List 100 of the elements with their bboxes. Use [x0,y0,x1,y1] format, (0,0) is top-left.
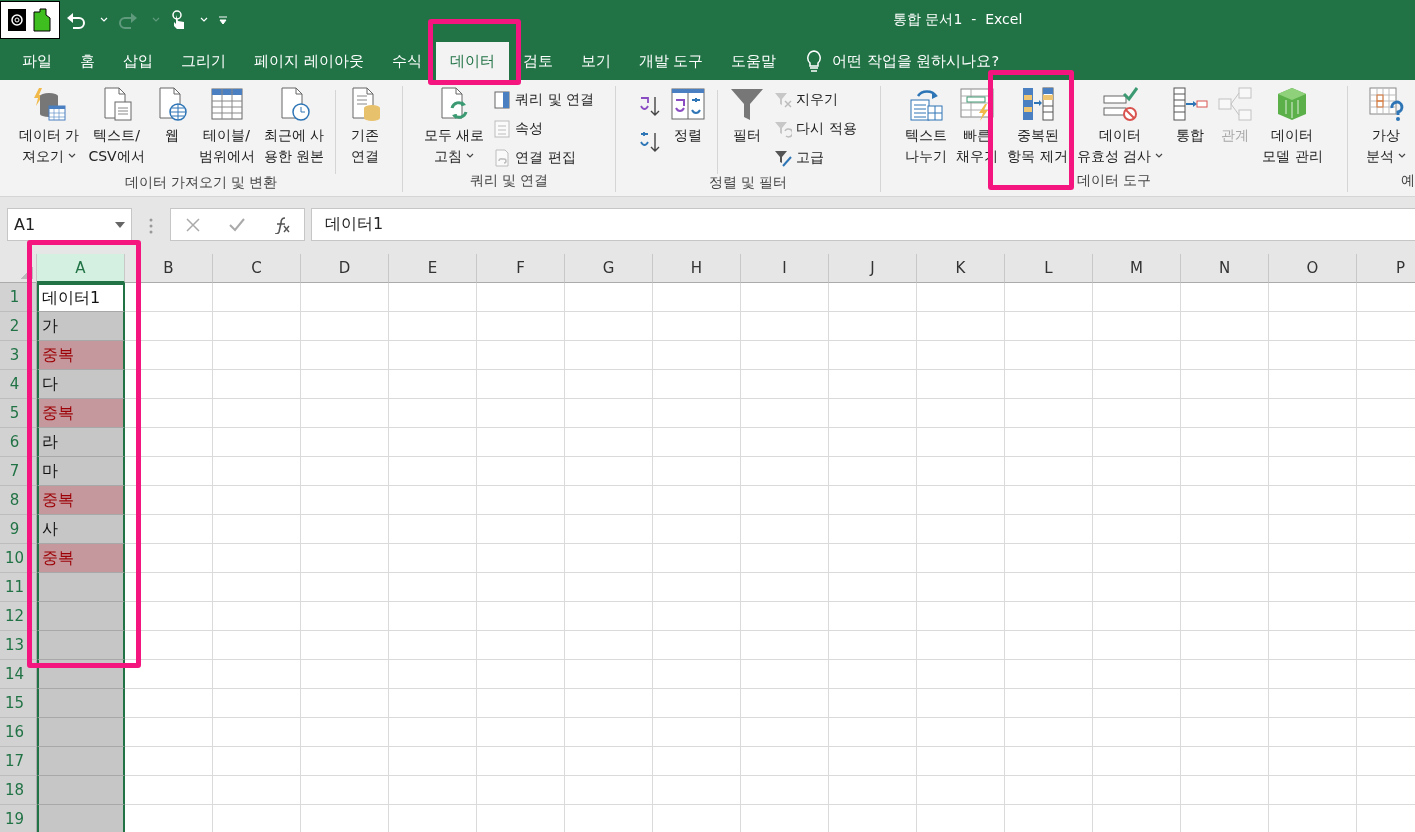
sort-descending-icon [639,130,662,154]
relationships-icon [1217,86,1254,122]
table-icon [208,86,245,122]
ribbon-button[interactable]: 정렬 [666,86,711,146]
ribbon-tab[interactable]: 보기 [566,42,625,80]
advanced-filter-icon [774,149,793,167]
filter-icon [729,86,766,122]
ribbon-button[interactable]: 필터 [725,86,770,146]
app-icon [33,8,51,32]
group-label: 데이터 가져오기 및 변환 [123,174,279,192]
ribbon-button[interactable]: 모두 새로 고침 [419,86,489,167]
tell-me-field[interactable]: 어떤 작업을 원하시나요? [832,51,1000,71]
column-header[interactable]: J [829,254,917,283]
redo-icon [118,11,138,29]
row-header[interactable]: 14 [0,660,37,689]
table-cell: 라 [37,428,125,457]
ribbon-tab[interactable]: 개발 도구 [624,42,718,80]
ribbon-tab[interactable]: 홈 [66,42,109,80]
ribbon-button[interactable]: 데이터 가 져오기 [14,86,84,167]
table-cell: 사 [37,515,125,544]
window-title: 통합 문서1 - Excel [893,11,1023,29]
ribbon-tab[interactable]: 파일 [8,42,66,80]
ribbon-button[interactable]: 쿼리 및 연결 [493,86,595,114]
column-header[interactable]: D [301,254,389,283]
list-icon [493,120,512,138]
function-icon [272,215,291,234]
row-header[interactable]: 18 [0,776,37,805]
touch-icon [170,10,186,30]
ribbon-button[interactable]: 중복된 항목 제거 [1003,86,1072,167]
ribbon-button[interactable]: 텍스트/ CSV에서 [84,86,149,167]
column-header[interactable]: N [1181,254,1269,283]
lightbulb-icon [806,50,823,72]
ribbon-button[interactable]: 기존 연결 [343,86,388,167]
ribbon-tab[interactable]: 삽입 [109,42,167,80]
grip-icon [149,217,153,234]
cancel-icon [184,216,201,233]
ribbon-button[interactable]: 데이터 모델 관리 [1258,86,1327,167]
what-if-icon [1368,86,1404,122]
query-pane-icon [493,91,512,109]
column-header[interactable]: B [125,254,213,283]
ribbon-button[interactable]: 통합 [1168,86,1213,146]
formula-input[interactable]: 데이터1 [311,208,1415,241]
ribbon-tab[interactable]: 수식 [377,42,436,80]
caret-icon [200,17,208,23]
ribbon-button[interactable]: 텍스트 나누기 [901,86,952,167]
ribbon-button[interactable]: 테이블/ 범위에서 [194,86,259,167]
sort-ascending-icon [639,94,662,118]
caret-icon [100,17,108,23]
ribbon-tab[interactable]: 페이지 레이아웃 [240,42,378,80]
data-validation-icon [1102,86,1138,122]
group-label: 예 [1400,172,1415,190]
database-icon [31,86,68,122]
table-cell: 중복 [37,544,125,573]
group-label: 정렬 및 필터 [707,174,789,192]
column-header[interactable]: P [1357,254,1415,283]
column-header[interactable]: M [1093,254,1181,283]
column-header[interactable]: K [917,254,1005,283]
table-cell: 가 [37,312,125,341]
ribbon-button[interactable]: 웹 [149,86,194,146]
group-label: 쿼리 및 연결 [468,172,550,190]
group-label: 데이터 도구 [1075,172,1153,190]
table-cell: 데이터1 [37,283,125,312]
ribbon-tab[interactable]: 검토 [508,42,567,80]
caret-icon [1398,152,1406,159]
link-document-icon [493,149,512,167]
ribbon-tab[interactable]: 그리기 [167,42,240,80]
column-header[interactable]: L [1005,254,1093,283]
column-header[interactable]: E [389,254,477,283]
ribbon-button[interactable]: 고급 [774,144,857,172]
column-header[interactable]: A [37,254,125,283]
column-header[interactable]: H [653,254,741,283]
column-header[interactable]: O [1269,254,1357,283]
caret-icon [68,152,77,159]
consolidate-icon [1172,86,1209,122]
column-header[interactable]: I [741,254,829,283]
column-header[interactable]: G [565,254,653,283]
row-header[interactable]: 17 [0,747,37,776]
check-icon [227,216,246,233]
table-cell: 중복 [37,341,125,370]
sort-icon [670,86,707,122]
ribbon-button[interactable]: 데이터 유효성 검사 [1072,86,1168,167]
table-cell: 중복 [37,486,125,515]
row-header[interactable]: 15 [0,689,37,718]
ribbon-button[interactable]: 가상 분석 [1362,86,1410,167]
table-cell: 중복 [37,399,125,428]
column-header[interactable]: F [477,254,565,283]
undo-icon [66,11,86,29]
ribbon-tab[interactable]: 데이터 [435,42,509,80]
ribbon-tab[interactable]: 도움말 [717,42,791,80]
table-cell: 마 [37,457,125,486]
caret-icon [1155,152,1164,159]
ribbon-button[interactable]: 최근에 사 용한 원본 [259,86,329,167]
caret-icon [152,17,160,23]
dropdown-arrow-icon [115,221,125,228]
row-header[interactable]: 16 [0,718,37,747]
name-box[interactable]: A1 [7,208,132,241]
caret-icon [466,152,475,159]
row-header[interactable]: 19 [0,805,37,832]
clear-filter-icon [774,91,793,109]
column-header[interactable]: C [213,254,301,283]
